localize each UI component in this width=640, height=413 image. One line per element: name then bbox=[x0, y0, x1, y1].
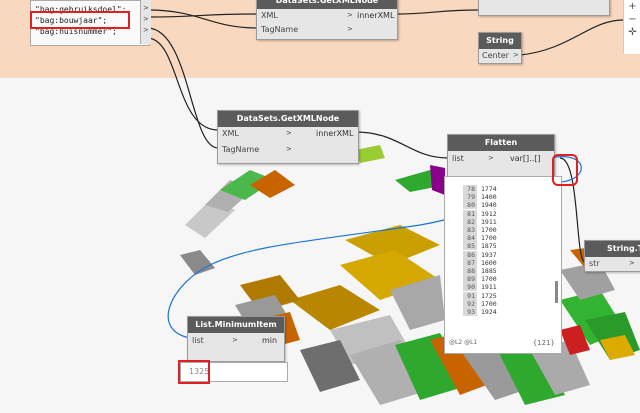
output-port-min[interactable]: min bbox=[262, 336, 277, 345]
input-port-list[interactable]: list bbox=[192, 336, 204, 345]
input-port-str[interactable]: str bbox=[589, 259, 600, 268]
list-item: 83 1700 bbox=[445, 226, 497, 234]
node-getxml[interactable]: DataSets.GetXMLNode XML TagName > > inne… bbox=[217, 110, 359, 164]
output-port-var[interactable]: var[]..[] bbox=[510, 154, 541, 163]
chevron-right-icon: > bbox=[488, 154, 494, 162]
highlight-box-flatten-out bbox=[552, 154, 578, 186]
chevron-right-icon: > bbox=[629, 259, 635, 267]
list-item-value: 1885 bbox=[481, 267, 497, 275]
list-item: 86 1937 bbox=[445, 250, 497, 259]
list-item: 81 1912 bbox=[445, 209, 497, 218]
output-port-innerxml[interactable]: innerXML bbox=[316, 129, 353, 138]
node-title: Flatten bbox=[448, 135, 554, 151]
list-item: 82 1911 bbox=[445, 217, 497, 226]
node-string[interactable]: String Center > bbox=[478, 32, 522, 64]
list-item-index: 84 bbox=[463, 234, 477, 243]
node-title: String.To bbox=[585, 241, 640, 257]
chevron-right-icon: > bbox=[347, 25, 353, 33]
input-port-tagname[interactable]: TagName bbox=[261, 25, 298, 34]
node-string-to[interactable]: String.To str > bbox=[584, 240, 640, 272]
node-flatten[interactable]: Flatten list > var[]..[] bbox=[447, 134, 555, 180]
list-item-index: 79 bbox=[463, 193, 477, 202]
list-item: 80 1940 bbox=[445, 201, 497, 210]
list-item-index: 85 bbox=[463, 242, 477, 251]
list-item-index: 81 bbox=[463, 209, 477, 218]
list-item-value: 1911 bbox=[481, 283, 497, 292]
list-item-index: 92 bbox=[463, 299, 477, 308]
input-port-center[interactable]: Center bbox=[482, 51, 509, 60]
list-item-index: 82 bbox=[463, 217, 477, 226]
list-item: 92 1700 bbox=[445, 299, 497, 308]
list-item-value: 1774 bbox=[481, 185, 497, 193]
highlight-box-min-value bbox=[178, 360, 210, 384]
list-item-index: 89 bbox=[463, 275, 477, 284]
input-port-tagname[interactable]: TagName bbox=[222, 145, 259, 154]
list-item-value: 1911 bbox=[481, 217, 497, 226]
scrollbar[interactable] bbox=[555, 281, 558, 303]
chevron-right-icon: > bbox=[286, 145, 292, 153]
node-partial-top-right[interactable] bbox=[478, 0, 610, 16]
list-item-index: 83 bbox=[463, 226, 477, 234]
node-title: DataSets.GetXMLNode bbox=[257, 0, 397, 9]
list-item-value: 1912 bbox=[481, 209, 497, 218]
node-title: List.MinimumItem bbox=[188, 317, 284, 333]
highlight-box-bouwjaar bbox=[30, 11, 130, 29]
node-getxml-top[interactable]: DataSets.GetXMLNode XML TagName > > inne… bbox=[256, 0, 398, 40]
list-item: 84 1700 bbox=[445, 234, 497, 243]
output-port[interactable]: > bbox=[513, 51, 519, 59]
fit-icon[interactable]: ✛ bbox=[624, 26, 640, 39]
list-item-value: 1700 bbox=[481, 226, 497, 234]
list-item-value: 1700 bbox=[481, 275, 497, 284]
watch-list-preview[interactable]: 78 1774 79 1400 80 1940 81 1912 82 1911 83 1700 84 17… bbox=[444, 176, 562, 354]
list-item-index: 91 bbox=[463, 291, 477, 300]
list-item-value: 1924 bbox=[481, 308, 497, 316]
list-item-index: 78 bbox=[463, 185, 477, 193]
output-arrow-icon[interactable]: > bbox=[143, 4, 149, 12]
minus-icon[interactable]: − bbox=[624, 13, 640, 26]
chevron-right-icon: > bbox=[347, 11, 353, 19]
list-item-index: 93 bbox=[463, 308, 477, 316]
list-footer-count: {121} bbox=[532, 339, 555, 347]
list-item: 79 1400 bbox=[445, 193, 497, 202]
list-item: 78 1774 bbox=[445, 185, 497, 193]
input-port-xml[interactable]: XML bbox=[261, 11, 278, 20]
chevron-right-icon: > bbox=[232, 336, 238, 344]
input-port-xml[interactable]: XML bbox=[222, 129, 239, 138]
list-item-value: 1400 bbox=[481, 193, 497, 202]
code-output-ports: > > > bbox=[140, 0, 151, 44]
plus-icon[interactable]: + bbox=[624, 0, 640, 13]
output-port-innerxml[interactable]: innerXML bbox=[357, 11, 394, 20]
list-item-value: 1940 bbox=[481, 201, 497, 210]
list-item-value: 1700 bbox=[481, 234, 497, 243]
list-item-value: 1937 bbox=[481, 250, 497, 259]
zoom-toolbar: + − ✛ bbox=[623, 0, 640, 54]
chevron-right-icon: > bbox=[286, 129, 292, 137]
node-title: DataSets.GetXMLNode bbox=[218, 111, 358, 127]
list-item: 91 1725 bbox=[445, 291, 497, 300]
list-footer-levels: @L2 @L1 bbox=[449, 339, 478, 346]
list-item-value: 1875 bbox=[481, 242, 497, 251]
node-list-minimumitem[interactable]: List.MinimumItem list > min bbox=[187, 316, 285, 362]
list-item-value: 1725 bbox=[481, 291, 497, 300]
output-arrow-icon[interactable]: > bbox=[143, 15, 149, 23]
list-item-index: 87 bbox=[463, 258, 477, 267]
list-item-index: 88 bbox=[463, 267, 477, 275]
list-item-value: 1600 bbox=[481, 258, 497, 267]
list-item: 88 1885 bbox=[445, 267, 497, 275]
node-title: String bbox=[479, 33, 521, 49]
list-item-index: 86 bbox=[463, 250, 477, 259]
list-item-index: 80 bbox=[463, 201, 477, 210]
input-port-list[interactable]: list bbox=[452, 154, 464, 163]
list-item: 89 1700 bbox=[445, 275, 497, 284]
list-item-index: 90 bbox=[463, 283, 477, 292]
list-item: 85 1875 bbox=[445, 242, 497, 251]
list-item: 93 1924 bbox=[445, 308, 497, 316]
list-item-value: 1700 bbox=[481, 299, 497, 308]
list-item: 90 1911 bbox=[445, 283, 497, 292]
output-arrow-icon[interactable]: > bbox=[143, 26, 149, 34]
list-item: 87 1600 bbox=[445, 258, 497, 267]
